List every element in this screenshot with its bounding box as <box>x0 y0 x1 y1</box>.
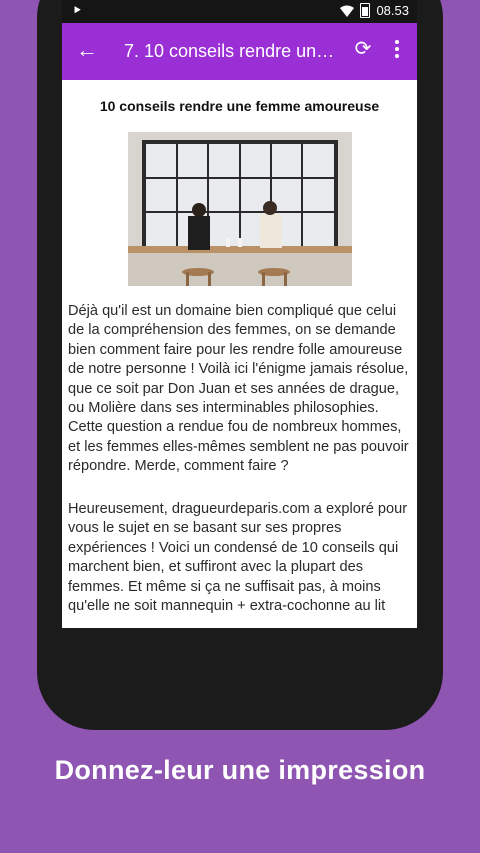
wifi-icon <box>340 5 355 17</box>
status-bar: ⯈ 08.53 <box>62 0 417 23</box>
notification-icon: ⯈ <box>72 3 83 18</box>
article-paragraph-2: Heureusement, dragueurdeparis.com a expl… <box>68 501 408 615</box>
app-bar: ← 7. 10 conseils rendre une femme amoure… <box>62 23 417 80</box>
article-content[interactable]: 10 conseils rendre une femme amoureuse D… <box>62 80 417 628</box>
status-time: 08.53 <box>376 3 409 18</box>
article-title: 10 conseils rendre une femme amoureuse <box>99 98 380 114</box>
promo-caption: Donnez-leur une impression <box>54 755 426 785</box>
article-photo <box>128 132 352 286</box>
more-options-icon[interactable] <box>390 37 404 61</box>
app-bar-title: 7. 10 conseils rendre une femme amoureus… <box>124 41 344 61</box>
article-paragraph-1: Déjà qu'il est un domaine bien compliqué… <box>68 303 409 475</box>
back-arrow-icon[interactable]: ← <box>76 38 98 62</box>
refresh-icon[interactable]: ⟳ <box>352 37 374 61</box>
battery-icon <box>360 3 371 18</box>
